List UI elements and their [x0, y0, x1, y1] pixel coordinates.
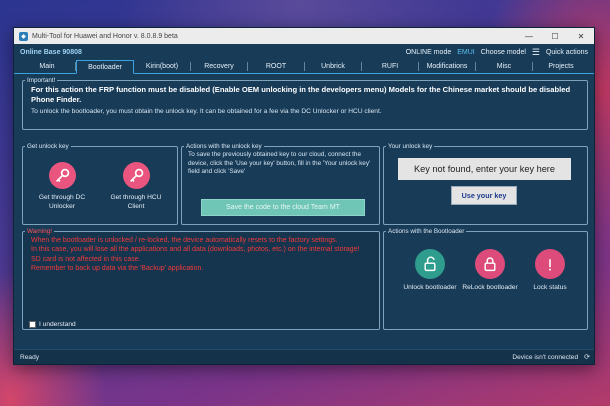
- tab-kirin-boot[interactable]: Kirin(boot): [134, 62, 191, 71]
- actions-key-legend: Actions with the unlock key: [186, 143, 262, 150]
- relock-bootloader-button[interactable]: ReLock bootloader: [460, 249, 520, 293]
- key-icon: [122, 162, 150, 189]
- tab-modifications[interactable]: Modifications: [419, 62, 476, 71]
- tab-projects[interactable]: Projects: [533, 62, 589, 71]
- info-icon: [535, 249, 565, 279]
- lock-status-button[interactable]: Lock status: [520, 249, 580, 293]
- warning-line: When the bootloader is unlocked / re-loc…: [31, 237, 338, 244]
- connection-icon: ⟳: [584, 354, 590, 361]
- i-understand-label: I understand: [39, 321, 76, 328]
- get-through-hcu-label: Get through HCU Client: [110, 194, 162, 210]
- actions-with-key-group: Actions with the unlock key To save the …: [181, 143, 380, 225]
- get-through-hcu-button[interactable]: Get through HCU Client: [103, 162, 169, 211]
- device-connection-status: Device isn't connected: [512, 353, 579, 361]
- window-title: Multi-Tool for Huawei and Honor v. 8.0.8…: [32, 32, 178, 40]
- important-legend: Important!: [27, 77, 56, 84]
- save-key-instructions: To save the previously obtained key to o…: [188, 151, 371, 175]
- relock-bootloader-label: ReLock bootloader: [462, 284, 518, 291]
- emui-link[interactable]: EMUI: [457, 49, 475, 56]
- tab-recovery[interactable]: Recovery: [191, 62, 248, 71]
- minimize-button[interactable]: —: [516, 28, 542, 44]
- warning-text: When the bootloader is unlocked / re-loc…: [23, 235, 379, 274]
- status-bar: Ready Device isn't connected ⟳: [14, 349, 594, 364]
- close-button[interactable]: ✕: [568, 28, 594, 44]
- tab-main[interactable]: Main: [19, 62, 76, 71]
- tab-bar: Main Bootloader Kirin(boot) Recovery ROO…: [14, 60, 594, 74]
- warning-line: In this case, you will lose all the appl…: [31, 246, 360, 263]
- open-padlock-icon: [415, 249, 445, 279]
- bootloader-actions-legend: Actions with the Bootloader: [388, 228, 465, 235]
- tab-unbrick[interactable]: Unbrick: [305, 62, 362, 71]
- frp-notice: For this action the FRP function must be…: [31, 85, 571, 104]
- maximize-button[interactable]: ☐: [542, 28, 568, 44]
- tab-rufi[interactable]: RUFI: [362, 62, 419, 71]
- top-bar: Online Base 90808 ONLINE mode EMUI Choos…: [14, 44, 594, 60]
- unlock-key-notice: To unlock the bootloader, you must obtai…: [31, 108, 382, 115]
- closed-padlock-icon: [475, 249, 505, 279]
- unlock-bootloader-label: Unlock bootloader: [403, 284, 457, 291]
- tab-bootloader[interactable]: Bootloader: [76, 60, 134, 74]
- app-window: ◆ Multi-Tool for Huawei and Honor v. 8.0…: [13, 27, 595, 365]
- warning-legend: Warning!: [27, 228, 52, 235]
- get-key-legend: Get unlock key: [27, 143, 69, 150]
- status-ready: Ready: [20, 353, 40, 361]
- get-through-dc-button[interactable]: Get through DC Unlocker: [29, 162, 95, 211]
- online-mode-link[interactable]: ONLINE mode: [406, 49, 452, 56]
- unlock-bootloader-button[interactable]: Unlock bootloader: [400, 249, 460, 293]
- tab-misc[interactable]: Misc: [476, 62, 533, 71]
- important-group: Important! For this action the FRP funct…: [22, 77, 588, 130]
- checkbox-box[interactable]: [29, 321, 36, 328]
- choose-model-link[interactable]: Choose model: [481, 49, 526, 56]
- i-understand-checkbox[interactable]: I understand: [29, 321, 76, 328]
- get-unlock-key-group: Get unlock key Get through DC Unlocker G…: [22, 143, 178, 225]
- get-through-dc-label: Get through DC Unlocker: [38, 194, 86, 210]
- quick-actions-link[interactable]: Quick actions: [546, 49, 588, 56]
- tab-root[interactable]: ROOT: [248, 62, 305, 71]
- warning-line: Remember to back up data via the 'Backup…: [31, 265, 204, 273]
- online-base-label: Online Base 90808: [20, 48, 82, 56]
- bootloader-panel: Important! For this action the FRP funct…: [14, 75, 594, 351]
- your-key-legend: Your unlock key: [388, 143, 433, 150]
- unlock-key-field[interactable]: Key not found, enter your key here: [398, 158, 571, 180]
- your-unlock-key-group: Your unlock key Key not found, enter you…: [383, 143, 588, 225]
- title-bar: ◆ Multi-Tool for Huawei and Honor v. 8.0…: [14, 28, 594, 44]
- key-icon: [48, 162, 76, 189]
- save-code-cloud-button[interactable]: Save the code to the cloud Team MT: [201, 199, 365, 216]
- lock-status-label: Lock status: [533, 284, 567, 291]
- hamburger-menu-icon[interactable]: ☰: [532, 47, 540, 57]
- bootloader-actions-group: Actions with the Bootloader Unlock bootl…: [383, 228, 588, 330]
- app-logo-icon: ◆: [19, 31, 28, 41]
- warning-group: Warning! When the bootloader is unlocked…: [22, 228, 380, 330]
- use-your-key-button[interactable]: Use your key: [451, 186, 517, 205]
